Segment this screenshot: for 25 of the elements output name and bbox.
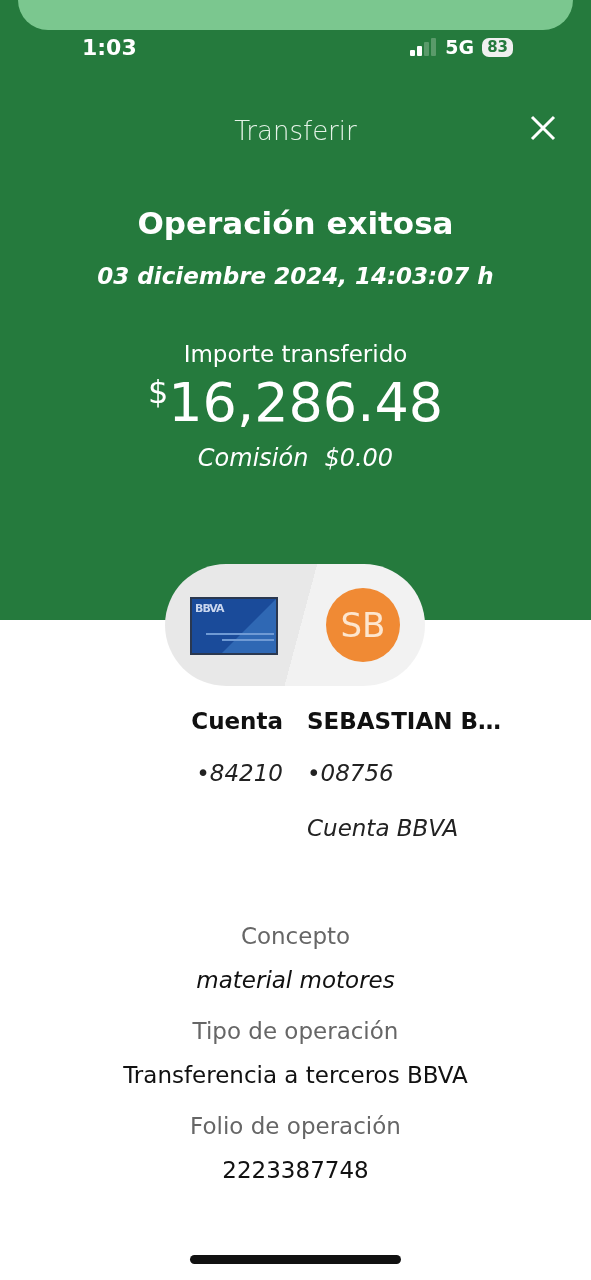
fee-label: Comisión (197, 442, 309, 474)
detail-label: Tipo de operación (191, 1016, 400, 1046)
avatar: SB (326, 588, 400, 662)
battery-indicator: 83 (482, 37, 513, 57)
network-label: 5G (445, 34, 475, 60)
detail-value: Transferencia a terceros BBVA (122, 1060, 469, 1090)
detail-label: Concepto (239, 921, 352, 951)
origin-number: •84210 (195, 759, 283, 788)
detail-value: material motores (195, 965, 396, 995)
recipient-name: SEBASTIAN B… (307, 707, 501, 736)
date-time: 03 diciembre 2024, 14:03:07 h (96, 261, 495, 291)
bank-card-icon: BBVA (190, 597, 278, 655)
origin-name: Cuenta (190, 707, 283, 736)
detail-label: Folio de operación (189, 1111, 402, 1141)
status-time: 1:03 (82, 33, 137, 62)
recipient-number: •08756 (307, 759, 395, 788)
status-title: Operación exitosa (136, 204, 455, 243)
amount-value: $16,286.48 (147, 371, 444, 434)
recipient-bank: Cuenta BBVA (307, 814, 460, 843)
screen-title: Transferir (234, 115, 357, 148)
detail-value: 2223387748 (221, 1155, 370, 1185)
amount-label: Importe transferido (182, 340, 409, 369)
fee-value: $0.00 (324, 442, 394, 474)
close-button[interactable] (529, 114, 557, 142)
signal-icon (409, 38, 438, 56)
